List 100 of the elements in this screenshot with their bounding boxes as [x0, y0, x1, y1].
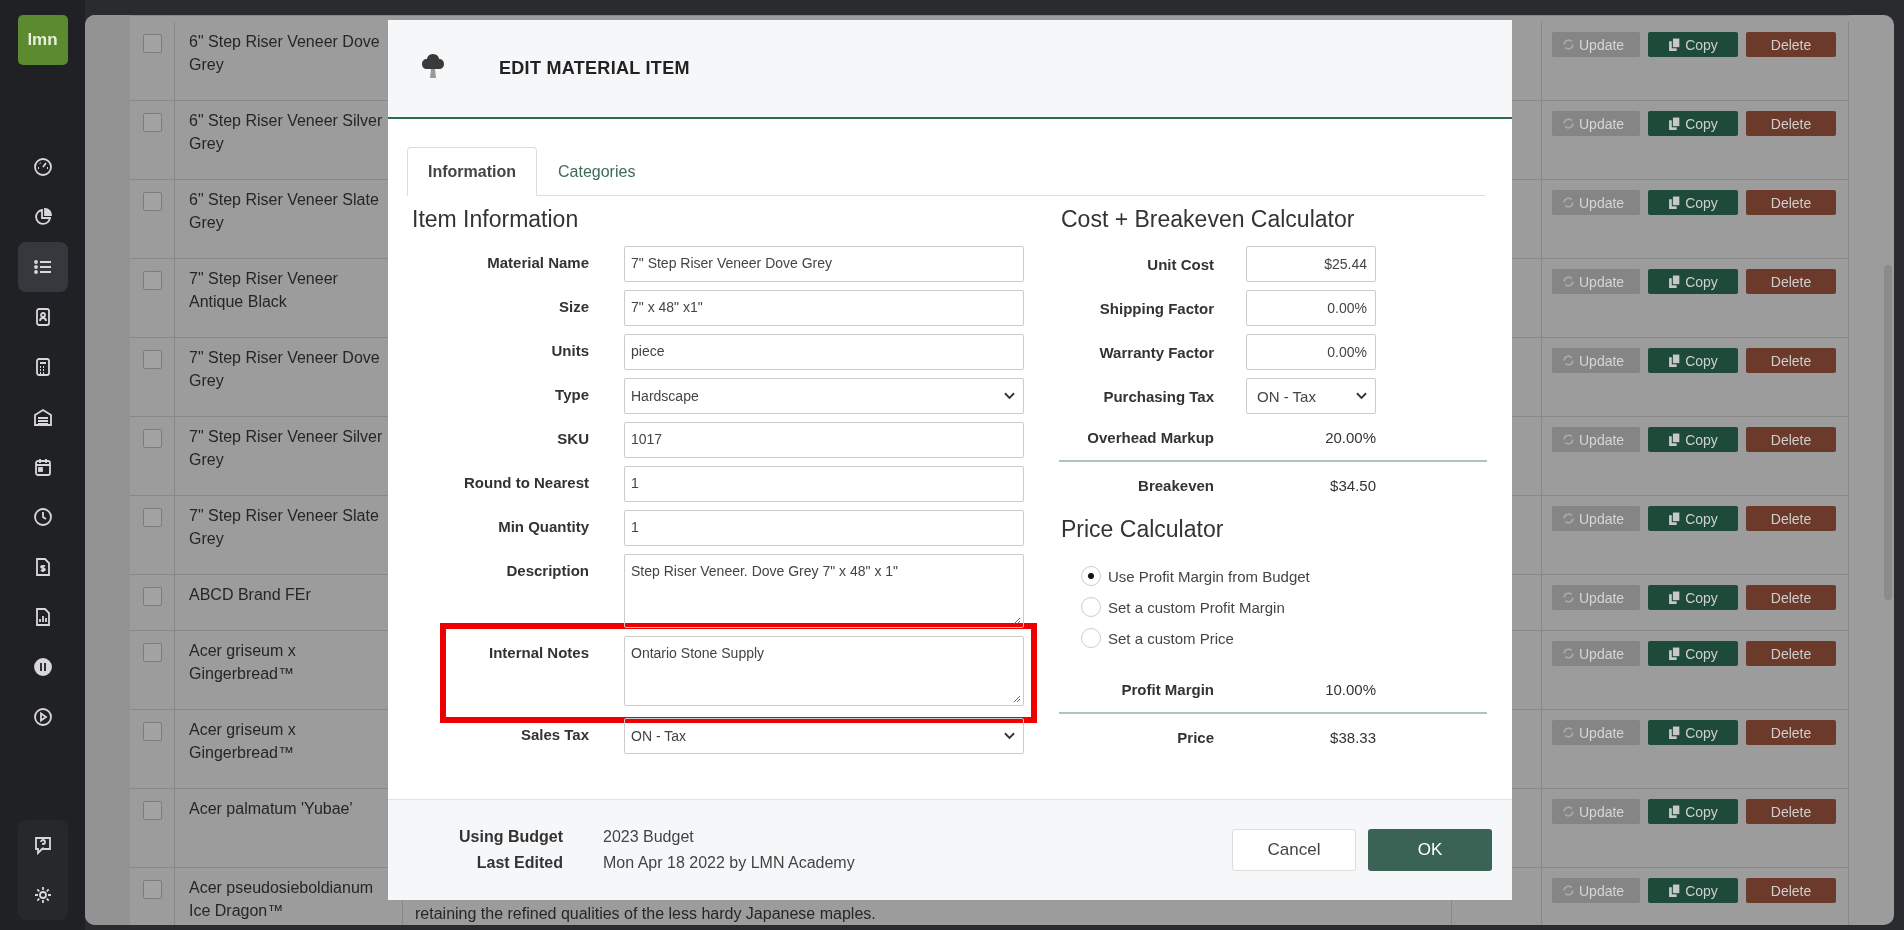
copy-button[interactable]: Copy — [1648, 799, 1738, 824]
copy-button[interactable]: Copy — [1648, 348, 1738, 373]
delete-button[interactable]: Delete — [1746, 585, 1836, 610]
copy-icon — [1668, 726, 1682, 739]
material-name: 6" Step Riser Veneer Dove Grey — [189, 33, 380, 73]
clock-icon — [32, 507, 53, 527]
delete-button[interactable]: Delete — [1746, 720, 1836, 745]
copy-button[interactable]: Copy — [1648, 641, 1738, 666]
copy-icon — [1668, 354, 1682, 367]
row-checkbox[interactable] — [142, 880, 162, 899]
tab[interactable]: Information — [407, 147, 537, 196]
input-field[interactable]: 1 — [624, 510, 1024, 546]
select-field[interactable]: ON - Tax — [624, 718, 1024, 754]
delete-button[interactable]: Delete — [1746, 348, 1836, 373]
field-label: Internal Notes — [487, 643, 589, 661]
field-label: Units — [550, 341, 589, 359]
copy-button[interactable]: Copy — [1648, 269, 1738, 294]
refresh-icon — [1562, 354, 1575, 367]
delete-button[interactable]: Delete — [1746, 506, 1836, 531]
row-checkbox[interactable] — [142, 271, 162, 290]
tab[interactable]: Categories — [537, 147, 657, 196]
row-checkbox[interactable] — [142, 192, 162, 211]
input-field[interactable]: 0.00% — [1246, 334, 1376, 370]
field-label: Round to Nearest — [463, 473, 589, 491]
delete-button[interactable]: Delete — [1746, 427, 1836, 452]
field-label: Breakeven — [1137, 476, 1214, 494]
input-field[interactable]: 1 — [624, 466, 1024, 502]
field-label: Purchasing Tax — [1102, 387, 1214, 405]
field-label: Shipping Factor — [1098, 299, 1214, 317]
refresh-icon — [1562, 726, 1575, 739]
copy-button[interactable]: Copy — [1648, 720, 1738, 745]
refresh-icon — [1562, 591, 1575, 604]
material-name: Acer pseudosieboldianum Ice Dragon™ — [189, 879, 374, 919]
field-label: Profit Margin — [1120, 680, 1214, 698]
copy-icon — [1668, 433, 1682, 446]
field-label: Description — [505, 561, 589, 579]
value-text: $34.50 — [1329, 476, 1376, 494]
row-checkbox[interactable] — [142, 643, 162, 662]
input-field[interactable]: $25.44 — [1246, 246, 1376, 282]
delete-button[interactable]: Delete — [1746, 190, 1836, 215]
delete-button[interactable]: Delete — [1746, 32, 1836, 57]
radio-label[interactable]: Use Profit Margin from Budget — [1108, 567, 1310, 585]
text-area[interactable]: Step Riser Veneer. Dove Grey 7" x 48" x 1" — [624, 554, 1024, 628]
copy-button[interactable]: Copy — [1648, 111, 1738, 136]
gauge-icon — [32, 157, 53, 177]
meta-value: 2023 Budget — [603, 828, 694, 846]
row-checkbox[interactable] — [142, 587, 162, 606]
copy-icon — [1668, 884, 1682, 897]
chevron-down-icon — [1004, 732, 1015, 740]
description-text: retaining the refined qualities of the less hardy Japanese maples. — [415, 904, 876, 924]
copy-button[interactable]: Copy — [1648, 878, 1738, 903]
input-field[interactable]: 1017 — [624, 422, 1024, 458]
cancel-button[interactable]: Cancel — [1232, 829, 1356, 871]
copy-icon — [1668, 196, 1682, 209]
input-field[interactable]: 0.00% — [1246, 290, 1376, 326]
copy-button[interactable]: Copy — [1648, 427, 1738, 452]
radio-label[interactable]: Set a custom Price — [1108, 629, 1234, 647]
sidebar-item[interactable] — [17, 242, 68, 292]
input-field[interactable]: 7" x 48" x1" — [624, 290, 1024, 326]
input-field[interactable]: piece — [624, 334, 1024, 370]
material-name: 7" Step Riser Veneer Slate Grey — [189, 507, 379, 547]
copy-button[interactable]: Copy — [1648, 32, 1738, 57]
delete-button[interactable]: Delete — [1746, 799, 1836, 824]
delete-button[interactable]: Delete — [1746, 641, 1836, 666]
field-label: Material Name — [486, 253, 589, 271]
copy-button[interactable]: Copy — [1648, 585, 1738, 610]
copy-button[interactable]: Copy — [1648, 190, 1738, 215]
meta-label: Using Budget — [458, 828, 563, 846]
field-label: Size — [558, 297, 589, 315]
calendar-icon — [32, 457, 53, 477]
section-title: Cost + Breakeven Calculator — [1061, 206, 1356, 234]
row-checkbox[interactable] — [142, 801, 162, 820]
delete-button[interactable]: Delete — [1746, 878, 1836, 903]
copy-icon — [1668, 117, 1682, 130]
logo[interactable]: lmn — [17, 15, 68, 65]
row-checkbox[interactable] — [142, 350, 162, 369]
row-checkbox[interactable] — [142, 113, 162, 132]
row-checkbox[interactable] — [142, 508, 162, 527]
row-checkbox[interactable] — [142, 429, 162, 448]
ok-button[interactable]: OK — [1368, 829, 1492, 871]
field-label: Type — [554, 385, 589, 403]
refresh-icon — [1562, 805, 1575, 818]
chevron-down-icon — [1356, 392, 1367, 400]
radio-label[interactable]: Set a custom Profit Margin — [1108, 598, 1285, 616]
delete-button[interactable]: Delete — [1746, 269, 1836, 294]
field-label: SKU — [556, 429, 589, 447]
select-field[interactable]: ON - Tax — [1246, 378, 1376, 414]
pie-chart-icon — [32, 207, 53, 227]
value-text: 20.00% — [1324, 428, 1376, 446]
input-field[interactable]: 7" Step Riser Veneer Dove Grey — [624, 246, 1024, 282]
delete-button[interactable]: Delete — [1746, 111, 1836, 136]
value-text: 10.00% — [1324, 680, 1376, 698]
refresh-icon — [1562, 196, 1575, 209]
garage-icon — [32, 407, 53, 427]
copy-button[interactable]: Copy — [1648, 506, 1738, 531]
row-checkbox[interactable] — [142, 34, 162, 53]
row-checkbox[interactable] — [142, 722, 162, 741]
text-area[interactable]: Ontario Stone Supply — [624, 636, 1024, 706]
select-field[interactable]: Hardscape — [624, 378, 1024, 414]
play-icon — [32, 707, 53, 727]
